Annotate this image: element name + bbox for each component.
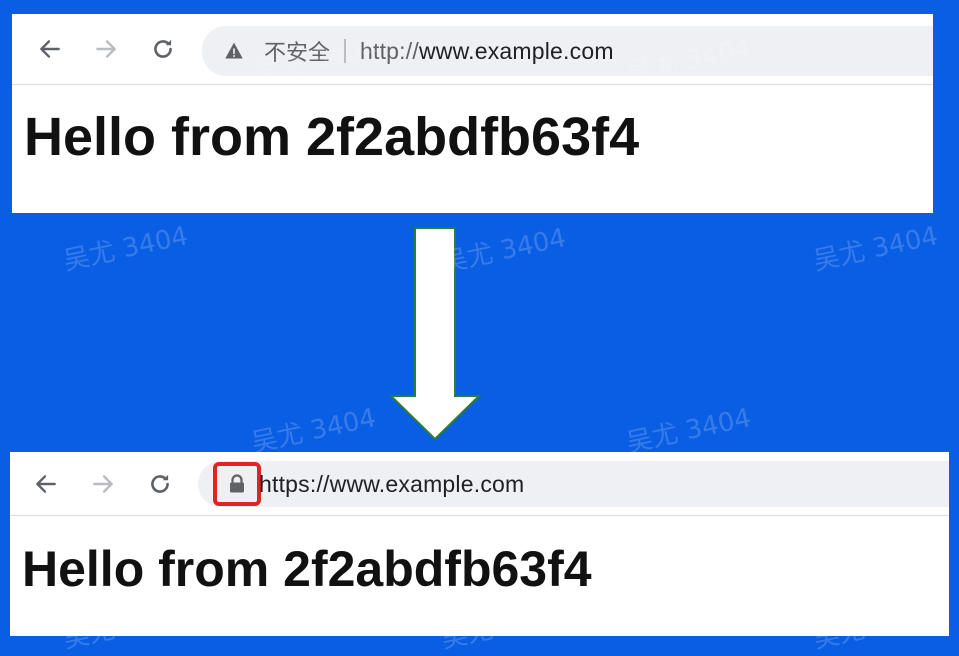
back-arrow-icon: [40, 40, 60, 58]
back-arrow-icon: [36, 475, 56, 493]
watermark: 吴尤 3404: [623, 403, 754, 459]
url-host: www.example.com: [329, 471, 525, 497]
reload-icon: [151, 474, 169, 493]
browser-window-insecure: 不安全 http://www.example.com Hello from 2f…: [12, 14, 933, 213]
url-scheme: https://: [259, 471, 330, 497]
url-text[interactable]: https://www.example.com: [259, 471, 524, 498]
watermark: 吴尤 3404: [248, 403, 379, 459]
address-bar[interactable]: 不安全 http://www.example.com: [202, 26, 933, 76]
browser-toolbar: https://www.example.com: [10, 452, 949, 516]
browser-toolbar: 不安全 http://www.example.com: [12, 14, 933, 85]
lock-icon: [230, 474, 244, 493]
security-status-label[interactable]: 不安全: [264, 35, 330, 67]
url-scheme: http://: [360, 37, 419, 64]
back-button[interactable]: [26, 464, 66, 504]
watermark: 吴尤 3404: [60, 221, 191, 277]
url-host: www.example.com: [418, 37, 614, 64]
back-button[interactable]: [30, 29, 70, 69]
down-arrow-icon: [389, 227, 481, 441]
forward-button[interactable]: [86, 29, 126, 69]
url-text[interactable]: http://www.example.com: [360, 38, 614, 65]
reload-icon: [154, 39, 172, 58]
forward-button[interactable]: [83, 464, 123, 504]
page-heading: Hello from 2f2abdfb63f4: [24, 107, 640, 167]
omnibox-divider: [344, 39, 347, 63]
reload-button[interactable]: [140, 464, 180, 504]
page-heading: Hello from 2f2abdfb63f4: [22, 541, 592, 597]
forward-arrow-icon: [96, 40, 116, 58]
watermark: 吴尤 3404: [810, 221, 941, 277]
forward-arrow-icon: [93, 475, 113, 493]
site-info-button[interactable]: [213, 462, 261, 506]
reload-button[interactable]: [143, 29, 183, 69]
warning-icon[interactable]: [224, 41, 244, 61]
browser-window-secure: https://www.example.com Hello from 2f2ab…: [10, 452, 949, 636]
